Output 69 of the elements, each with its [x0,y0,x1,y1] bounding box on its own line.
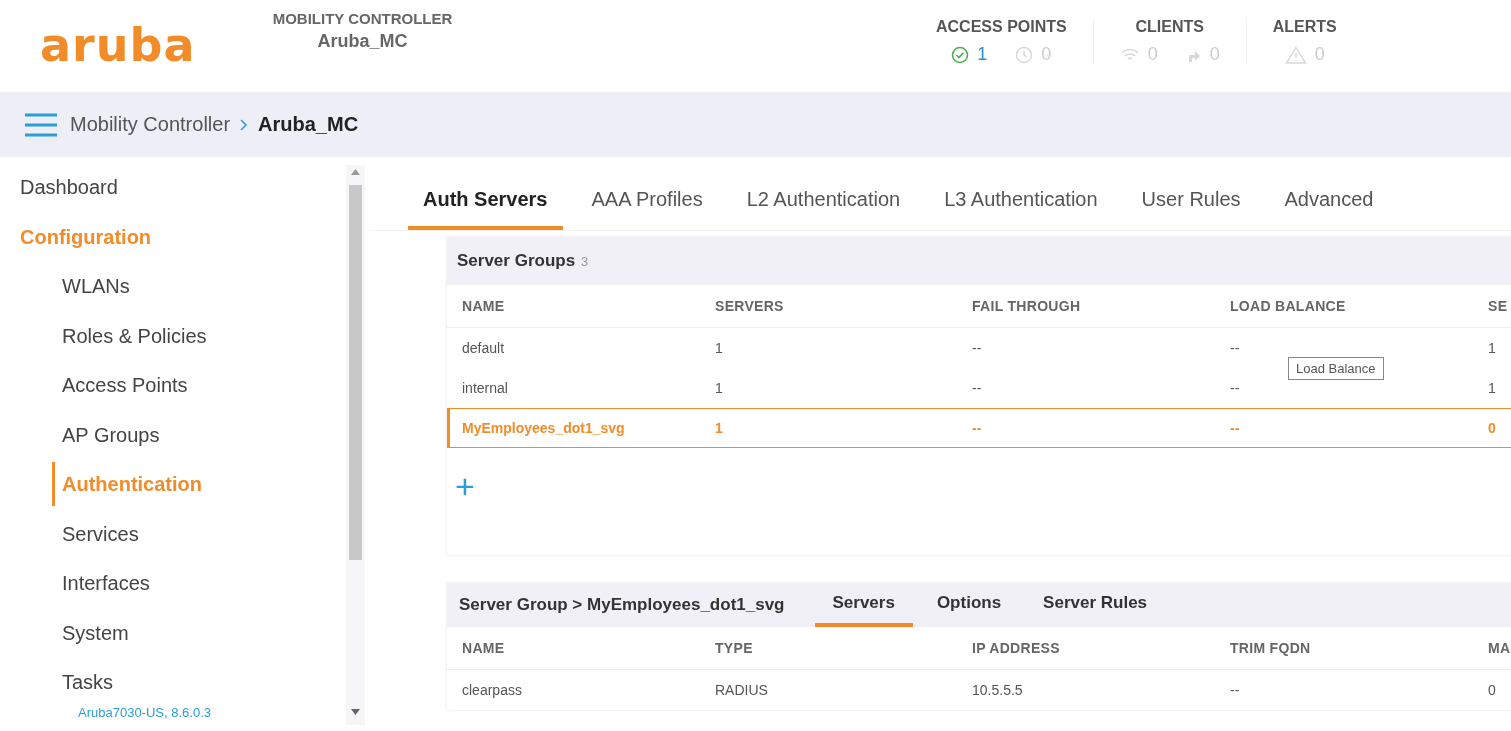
tab[interactable]: Auth Servers [408,173,563,230]
table-cell[interactable]: internal [462,380,715,396]
table-cell-text: 0 [1488,682,1497,698]
aruba-logo: aruba [40,18,197,72]
stat-label: CLIENTS [1135,18,1204,36]
controller-name: Aruba_MC [317,31,408,52]
table-cell-text: -- [972,340,983,356]
breadcrumb-link[interactable]: Mobility Controller [70,113,231,136]
column-header: SERVERS [715,298,785,314]
table-cell-text: -- [1230,420,1241,436]
column-header: SE [1488,298,1509,314]
column-header: NAME [462,640,506,656]
table-cell-text: -- [1230,682,1241,698]
table-cell-text: 0 [1488,420,1497,436]
stat-label: ALERTS [1272,18,1337,36]
stat-label: ACCESS POINTS [936,18,1067,36]
tab[interactable]: Advanced [1269,173,1389,230]
tab[interactable]: L3 Authentication [929,173,1113,230]
column-header: MA [1488,640,1511,656]
nav-item[interactable]: Dashboard [20,165,118,209]
tab[interactable]: L2 Authentication [731,173,916,230]
stat-count: 1 [977,44,988,65]
nav-item[interactable]: Interfaces [62,561,150,605]
table-cell-text: -- [972,420,983,436]
table-cell-text: clearpass [462,682,523,698]
tooltip: Load Balance [1288,357,1384,380]
table-cell-text: -- [1230,380,1241,396]
card-title: Server Group > MyEmployees_dot1_svg [459,595,785,615]
tab[interactable]: Server Rules [1025,583,1166,627]
table-cell-text: -- [1230,340,1241,356]
chevron-right-icon [240,118,249,131]
nav-item[interactable]: WLANs [62,264,130,308]
controller-label: MOBILITY CONTROLLER [272,10,453,27]
scroll-up-icon[interactable] [351,169,360,175]
tab[interactable]: Options [918,583,1020,627]
scroll-down-icon[interactable] [351,709,360,715]
column-header: TYPE [715,640,754,656]
check-circle-icon [951,45,970,64]
table-cell-text: 1 [715,380,724,396]
nav-item[interactable]: AP Groups [62,412,160,457]
table-cell-text: 1 [1488,340,1497,356]
table-cell-text: 1 [715,420,724,436]
nav-item[interactable]: Services [62,511,139,556]
table-cell-text: -- [972,380,983,396]
table-cell-text: RADIUS [715,682,769,698]
column-header: NAME [462,298,506,314]
nav-item[interactable]: Roles & Policies [62,313,207,358]
tab[interactable]: User Rules [1126,173,1256,230]
warning-icon [1284,45,1307,64]
table-cell-text: 1 [715,340,724,356]
nav-item[interactable]: System [62,610,129,655]
column-header: TRIM FQDN [1230,640,1312,656]
nav-item[interactable]: Tasks [62,660,114,704]
nav-item[interactable]: Access Points [62,363,188,407]
column-header: FAIL THROUGH [972,298,1082,314]
column-header: IP ADDRESS [972,640,1061,656]
scrollbar-thumb[interactable] [349,185,362,560]
count-label: 3 [581,253,589,269]
card-title: Server Groups [457,251,576,271]
table-cell-text: 10.5.5.5 [972,682,1024,698]
table-cell-text: 1 [1488,380,1497,396]
breadcrumb-link[interactable]: Aruba_MC [258,113,359,136]
table-cell[interactable]: default [462,340,715,356]
column-header: LOAD BALANCE [1230,298,1347,314]
tab[interactable]: Servers [814,583,913,627]
clock-icon [1015,45,1034,64]
tab[interactable]: AAA Profiles [576,173,718,230]
version-label: Aruba7030-US, 8.6.0.3 [78,705,211,720]
menu-icon[interactable] [24,111,58,138]
